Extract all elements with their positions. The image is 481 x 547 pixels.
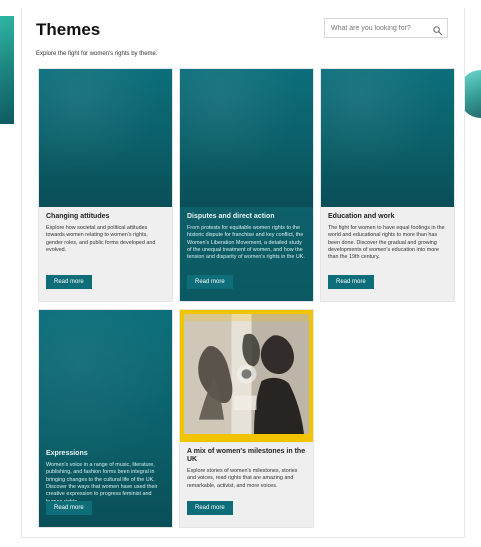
read-more-button[interactable]: Read more [187, 275, 233, 289]
search-icon[interactable] [432, 23, 443, 35]
theme-card-image [180, 69, 313, 207]
theme-card[interactable]: Changing attitudes Explore how societal … [38, 68, 173, 302]
search-input[interactable] [331, 24, 432, 32]
read-more-button[interactable]: Read more [328, 275, 374, 289]
read-more-button[interactable]: Read more [187, 501, 233, 515]
theme-card-title[interactable]: A mix of women's milestones in the UK [187, 448, 306, 464]
themes-page: Themes Explore the fight for women's rig… [21, 8, 465, 538]
page-title: Themes [36, 20, 101, 39]
theme-card-description: The fight for women to have equal footin… [328, 225, 445, 261]
page-subtitle: Explore the fight for women's rights by … [36, 51, 158, 57]
theme-card-title[interactable]: Changing attitudes [46, 213, 165, 221]
theme-card[interactable]: Education and work The fight for women t… [320, 68, 455, 302]
theme-card-description: Women's voice in a range of music, liter… [46, 462, 158, 504]
theme-card-title[interactable]: Disputes and direct action [187, 213, 306, 221]
theme-card-description: Explore stories of women's milestones, s… [187, 468, 298, 489]
theme-card-description: Explore how societal and political attit… [46, 225, 156, 253]
theme-card[interactable]: Disputes and direct action From protests… [179, 68, 314, 302]
theme-card-title[interactable]: Education and work [328, 213, 447, 221]
theme-card[interactable]: Expressions Women's voice in a range of … [38, 309, 173, 528]
collage-photo [184, 314, 309, 434]
theme-card-image [180, 310, 313, 442]
search-box[interactable] [324, 18, 448, 38]
collage-illustration [184, 314, 309, 434]
theme-card-image [39, 69, 172, 207]
read-more-button[interactable]: Read more [46, 501, 92, 515]
theme-card-image [321, 69, 454, 207]
read-more-button[interactable]: Read more [46, 275, 92, 289]
theme-card-description: From protests for equitable women rights… [187, 225, 305, 261]
decorative-teal-edge-left [0, 16, 14, 124]
theme-cards-grid: Changing attitudes Explore how societal … [32, 68, 462, 528]
top-bar: Themes Explore the fight for women's rig… [22, 8, 464, 57]
theme-card[interactable]: A mix of women's milestones in the UK Ex… [179, 309, 314, 528]
theme-card-title[interactable]: Expressions [46, 450, 165, 458]
